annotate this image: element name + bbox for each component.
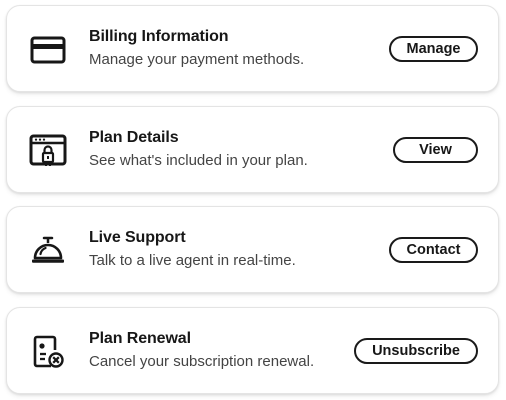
live-support-card: Live Support Talk to a live agent in rea… [6, 206, 499, 293]
view-button[interactable]: View [393, 137, 478, 163]
plan-renewal-card: Plan Renewal Cancel your subscription re… [6, 307, 499, 394]
card-subtitle: Manage your payment methods. [89, 51, 305, 68]
card-title: Plan Renewal [89, 330, 191, 347]
credit-card-icon [28, 32, 68, 68]
card-title: Billing Information [89, 28, 229, 45]
plan-details-card: Plan Details See what's included in your… [6, 106, 499, 193]
unsubscribe-button[interactable]: Unsubscribe [354, 338, 478, 364]
browser-lock-icon [28, 133, 68, 169]
card-subtitle: Talk to a live agent in real-time. [89, 252, 296, 269]
card-title: Live Support [89, 229, 186, 246]
settings-card-list: Billing Information Manage your payment … [0, 0, 506, 400]
contact-button[interactable]: Contact [389, 237, 478, 263]
card-subtitle: Cancel your subscription renewal. [89, 353, 315, 370]
manage-button[interactable]: Manage [389, 36, 478, 62]
billing-information-card: Billing Information Manage your payment … [6, 5, 499, 92]
card-subtitle: See what's included in your plan. [89, 152, 308, 169]
service-bell-icon [28, 233, 68, 269]
card-title: Plan Details [89, 129, 179, 146]
document-cancel-icon [28, 334, 68, 370]
